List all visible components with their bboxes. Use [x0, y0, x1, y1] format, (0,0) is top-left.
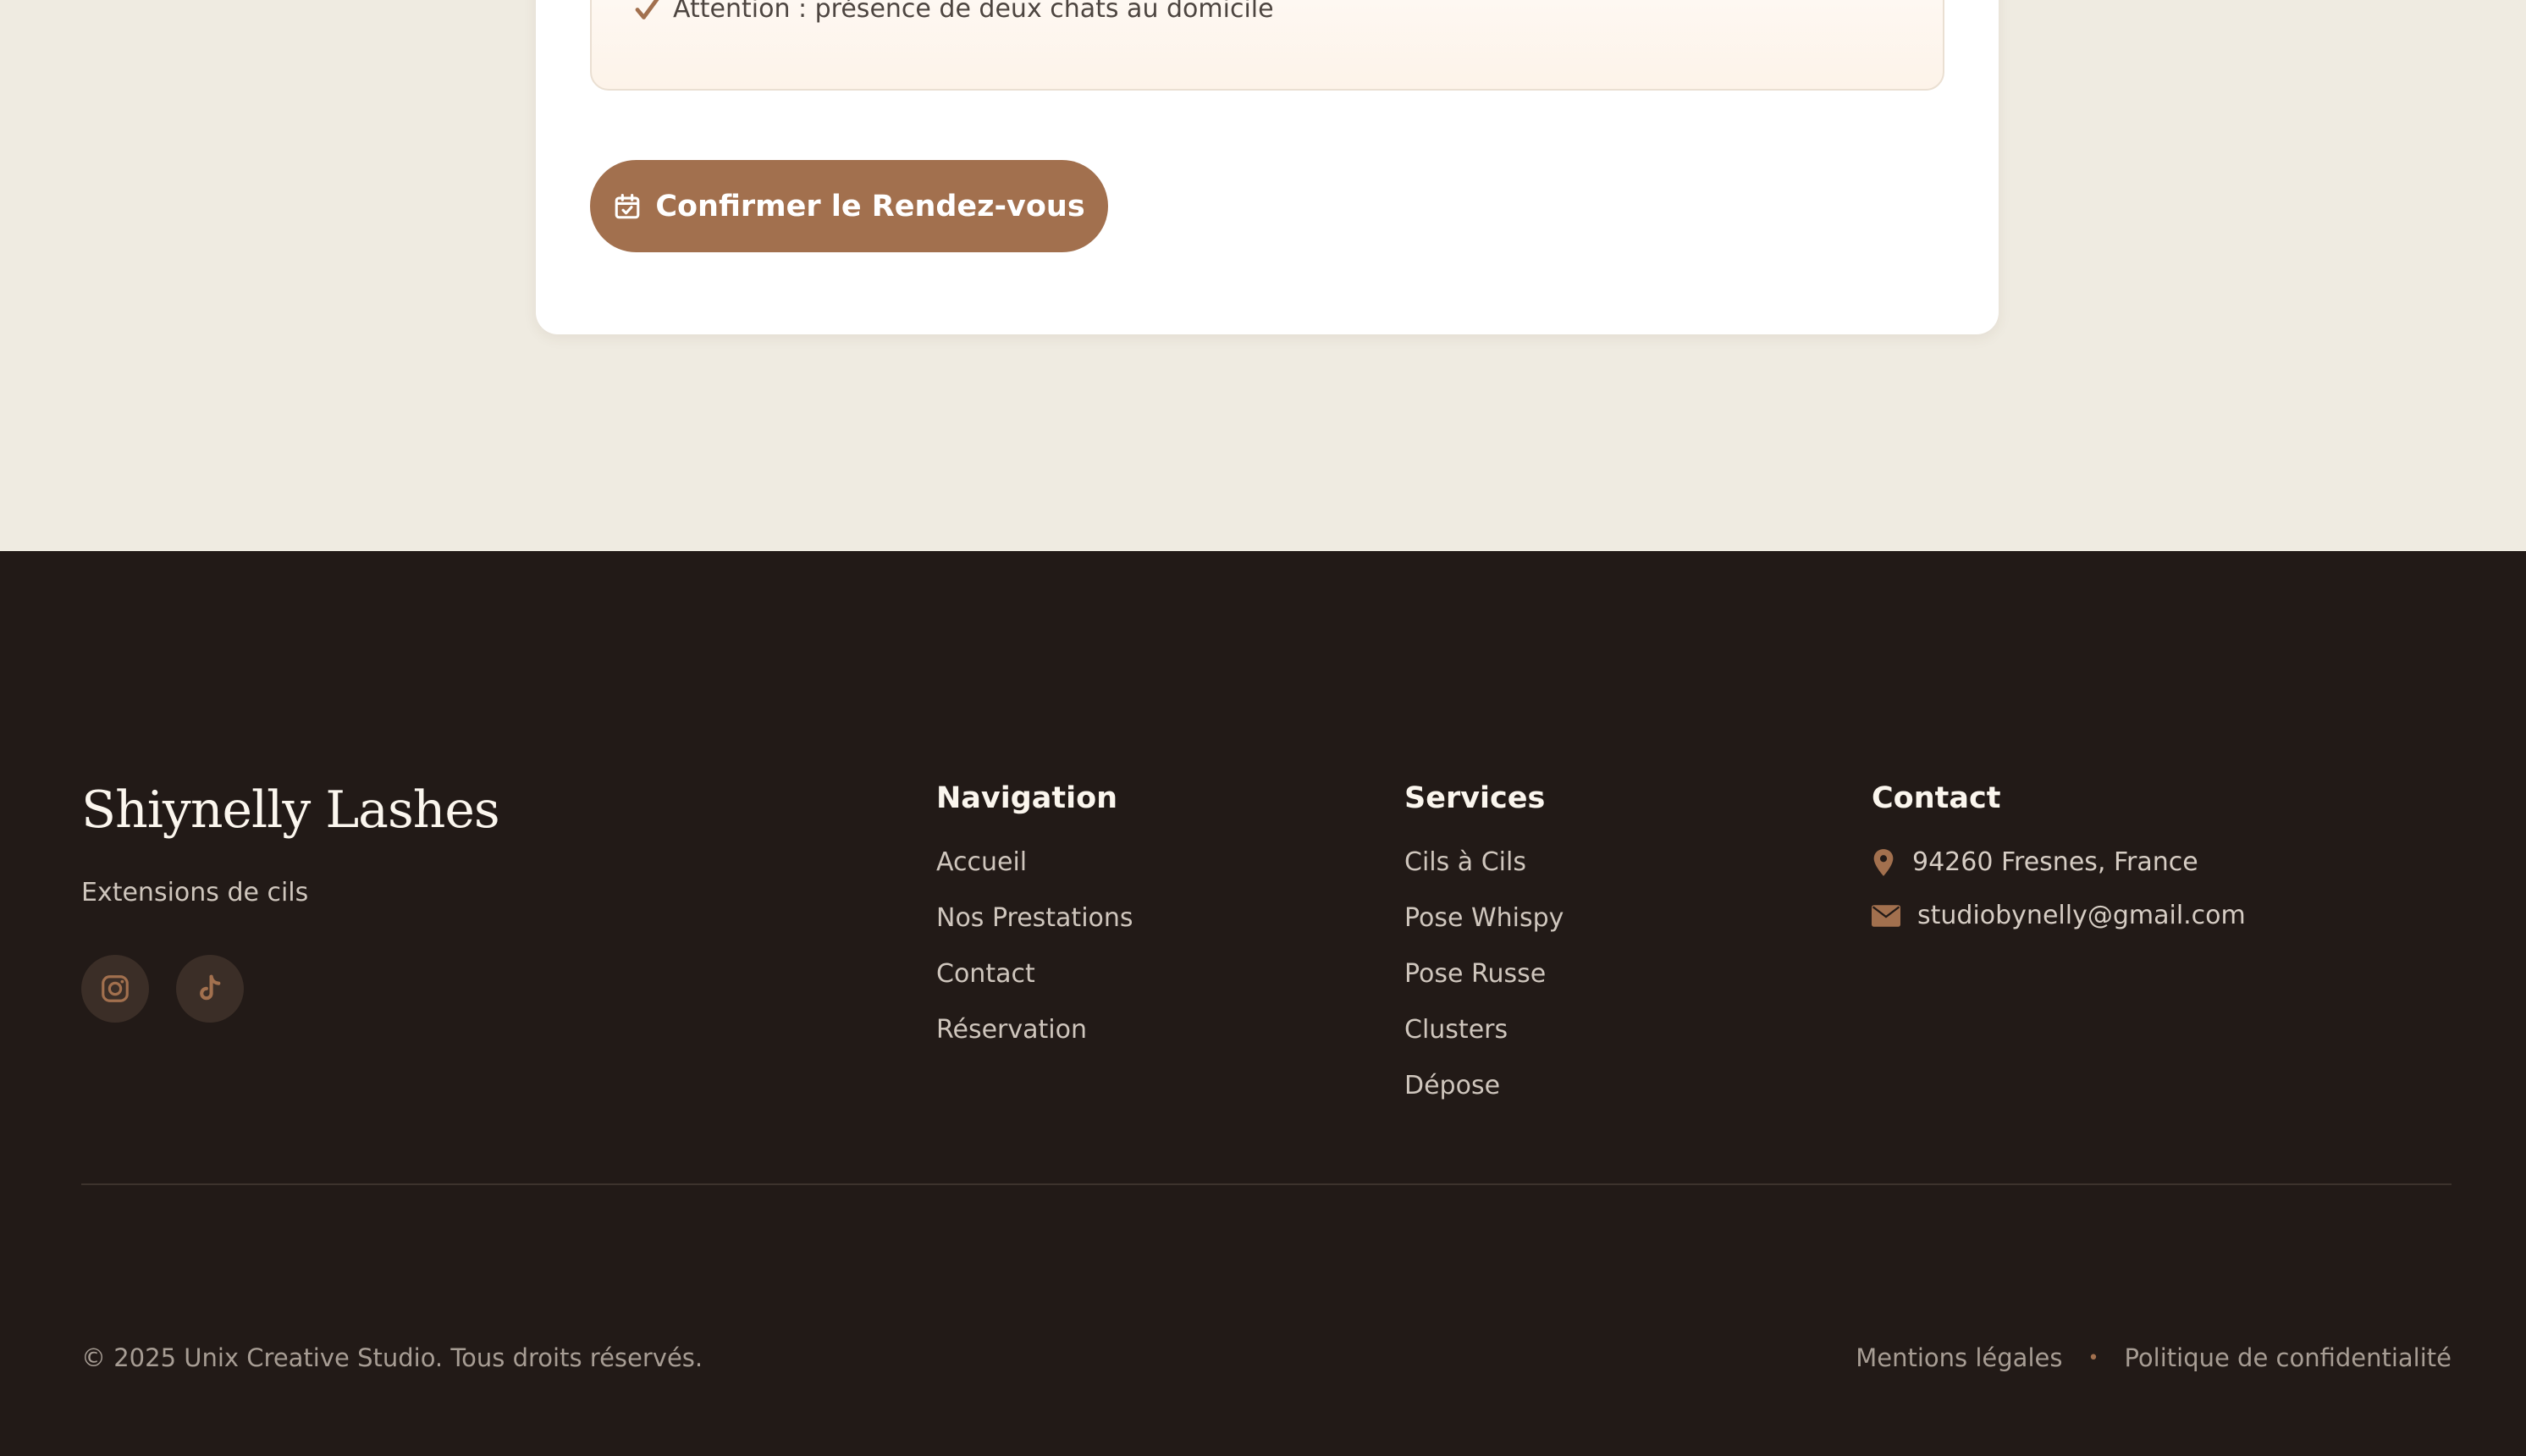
instagram-icon	[102, 975, 129, 1002]
site-footer: Shiynelly Lashes Extensions de cils Navi…	[0, 551, 2526, 1456]
footer-divider	[81, 1183, 2452, 1185]
nav-link-accueil[interactable]: Accueil	[936, 847, 1133, 903]
booking-card: Attention : présence de deux chats au do…	[536, 0, 1999, 334]
navigation-list: Accueil Nos Prestations Contact Réservat…	[936, 847, 1133, 1071]
service-link-depose[interactable]: Dépose	[1404, 1071, 1564, 1127]
booking-section: Attention : présence de deux chats au do…	[0, 0, 2526, 551]
navigation-heading: Navigation	[936, 781, 1118, 815]
check-icon	[635, 0, 659, 19]
notice-text: Attention : présence de deux chats au do…	[673, 0, 1274, 24]
map-pin-icon	[1873, 848, 1894, 876]
service-link-pose-whispy[interactable]: Pose Whispy	[1404, 903, 1564, 959]
address-text: 94260 Fresnes, France	[1912, 847, 2198, 877]
calendar-check-icon	[615, 193, 640, 218]
notice-item: Attention : présence de deux chats au do…	[632, 0, 1274, 24]
privacy-policy-link[interactable]: Politique de confidentialité	[2124, 1343, 2452, 1372]
confirm-button-label: Confirmer le Rendez-vous	[655, 189, 1085, 223]
service-link-cils-a-cils[interactable]: Cils à Cils	[1404, 847, 1564, 903]
nav-link-contact[interactable]: Contact	[936, 959, 1133, 1015]
tiktok-icon	[200, 974, 221, 1001]
legal-links: Mentions légales • Politique de confiden…	[1856, 1343, 2452, 1372]
notice-box: Attention : présence de deux chats au do…	[590, 0, 1944, 91]
nav-link-prestations[interactable]: Nos Prestations	[936, 903, 1133, 959]
contact-heading: Contact	[1872, 781, 2001, 815]
contact-email[interactable]: studiobynelly@gmail.com	[1872, 901, 2246, 930]
service-link-clusters[interactable]: Clusters	[1404, 1015, 1564, 1071]
mail-icon	[1872, 904, 1900, 927]
legal-separator: •	[2088, 1347, 2099, 1369]
copyright-text: © 2025 Unix Creative Studio. Tous droits…	[81, 1343, 703, 1372]
contact-address: 94260 Fresnes, France	[1872, 847, 2198, 877]
brand-logo[interactable]: Shiynelly Lashes	[81, 780, 500, 840]
email-text[interactable]: studiobynelly@gmail.com	[1917, 901, 2246, 930]
services-heading: Services	[1404, 781, 1546, 815]
service-link-pose-russe[interactable]: Pose Russe	[1404, 959, 1564, 1015]
nav-link-reservation[interactable]: Réservation	[936, 1015, 1133, 1071]
tiktok-link[interactable]	[176, 955, 244, 1023]
services-list: Cils à Cils Pose Whispy Pose Russe Clust…	[1404, 847, 1564, 1127]
brand-tagline: Extensions de cils	[81, 878, 309, 907]
confirm-appointment-button[interactable]: Confirmer le Rendez-vous	[590, 160, 1108, 252]
instagram-link[interactable]	[81, 955, 149, 1023]
legal-notice-link[interactable]: Mentions légales	[1856, 1343, 2062, 1372]
